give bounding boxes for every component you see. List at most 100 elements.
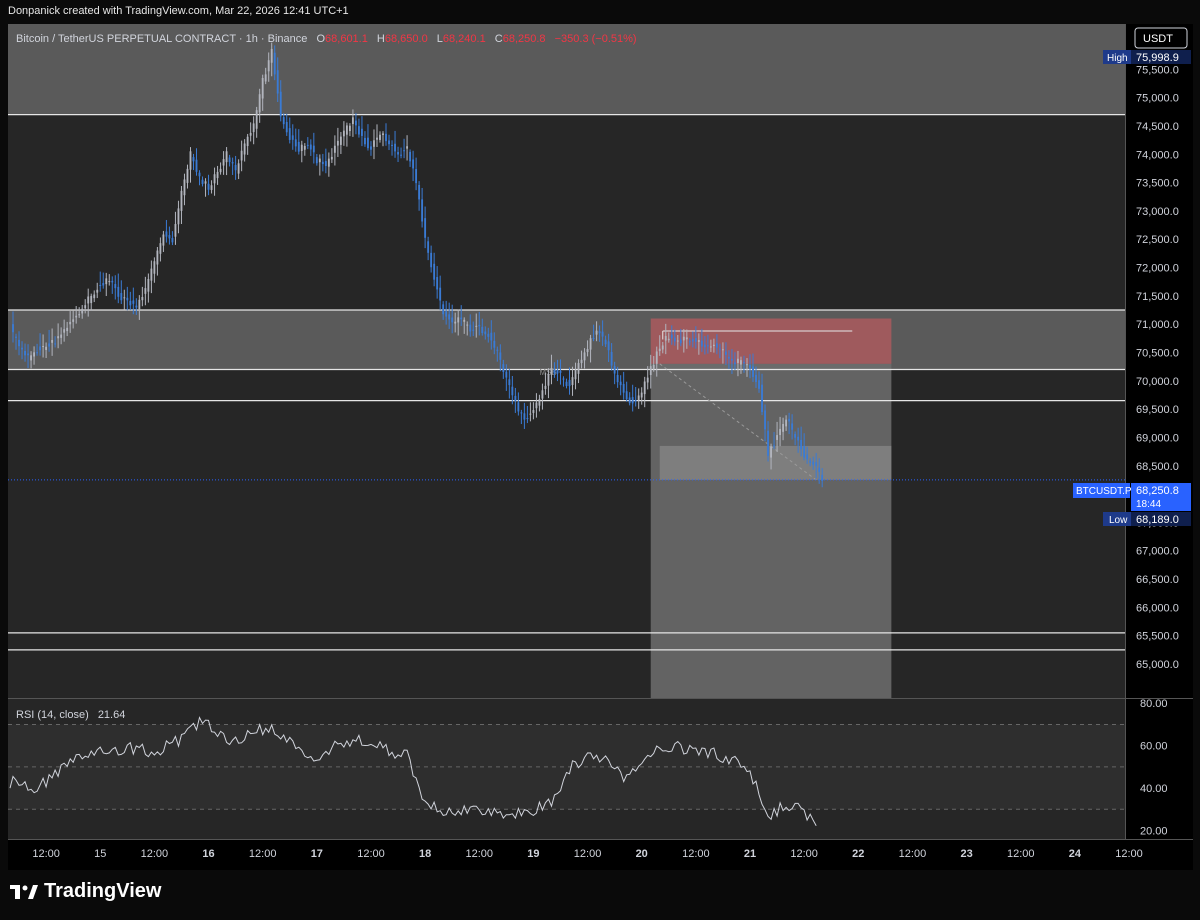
candle-down <box>309 144 312 150</box>
price-axis-tick: 69,000.0 <box>1136 432 1179 444</box>
candle-down <box>361 128 363 136</box>
candle-down <box>273 52 276 75</box>
candle-down <box>568 379 571 387</box>
candle-up <box>348 125 351 132</box>
svg-text:Bitcoin / TetherUS PERPETUAL C: Bitcoin / TetherUS PERPETUAL CONTRACT · … <box>16 33 637 45</box>
candle-down <box>821 474 824 481</box>
candle-up <box>574 370 577 380</box>
candle-down <box>517 402 520 412</box>
candle-down <box>694 337 697 342</box>
candle-down <box>688 341 691 343</box>
price-axis-tick: 71,500.0 <box>1136 291 1179 303</box>
candle-up <box>174 223 177 237</box>
candle-down <box>120 293 123 301</box>
candle-up <box>580 359 583 364</box>
candle-down <box>700 340 703 347</box>
candle-down <box>412 159 415 169</box>
candle-up <box>379 134 381 140</box>
candle-down <box>12 324 14 333</box>
rsi-axis-tick: 80.00 <box>1140 698 1168 710</box>
rsi-axis-tick: 40.00 <box>1140 783 1168 795</box>
candle-up <box>123 297 126 299</box>
candle-up <box>333 145 336 153</box>
candle-down <box>481 326 484 334</box>
candle-down <box>370 146 372 150</box>
candle-up <box>339 136 342 145</box>
candle-up <box>222 159 225 166</box>
candle-up <box>246 136 249 147</box>
rsi-label: RSI (14, close) <box>16 709 89 721</box>
price-axis-tick: 69,500.0 <box>1136 404 1179 416</box>
candle-up <box>42 345 45 347</box>
bar-countdown: 18:44 <box>1136 499 1161 510</box>
candle-down <box>427 241 430 253</box>
price-axis-tick: 72,000.0 <box>1136 263 1179 275</box>
candle-down <box>391 144 393 146</box>
candle-down <box>448 314 451 320</box>
candle-down <box>496 349 499 351</box>
candle-down <box>791 423 794 430</box>
rsi-axis-tick: 60.00 <box>1140 741 1168 753</box>
candle-down <box>171 237 174 243</box>
candle-up <box>577 363 580 374</box>
candle-down <box>758 380 760 389</box>
candle-up <box>300 144 303 152</box>
time-axis-tick: 12:00 <box>1007 848 1035 860</box>
candle-down <box>815 462 818 467</box>
candle-up <box>66 327 69 332</box>
candle-down <box>297 141 300 152</box>
price-axis-tick: 72,500.0 <box>1136 234 1179 246</box>
chart-svg[interactable]: MSB 65,000.065,500.066,000.066,500.067,0… <box>8 24 1193 870</box>
candle-down <box>601 331 604 337</box>
candle-down <box>433 263 436 280</box>
candle-down <box>484 331 487 335</box>
candle-up <box>318 158 321 163</box>
candle-up <box>108 281 111 283</box>
candle-up <box>90 295 93 304</box>
candle-down <box>294 139 297 147</box>
candle-up <box>336 140 339 146</box>
legend-change: −350.3 (−0.51%) <box>555 33 637 45</box>
price-axis-tick: 66,000.0 <box>1136 602 1179 614</box>
candle-up <box>63 329 66 333</box>
candle-down <box>806 454 809 460</box>
candle-down <box>619 381 622 386</box>
candle-up <box>180 190 183 211</box>
candle-up <box>177 208 180 225</box>
candle-down <box>613 366 616 374</box>
candle-up <box>33 352 35 357</box>
time-axis-tick: 12:00 <box>574 848 602 860</box>
candle-down <box>439 287 442 301</box>
rsi-axis-tick: 20.00 <box>1140 826 1168 838</box>
candle-up <box>746 364 748 366</box>
candle-down <box>102 283 105 286</box>
candle-down <box>761 384 763 413</box>
candle-up <box>373 140 375 147</box>
candle-down <box>285 121 288 133</box>
candle-up <box>213 174 216 184</box>
candle-down <box>306 144 309 146</box>
tradingview-logo-icon <box>10 884 38 899</box>
candle-down <box>673 337 676 342</box>
candle-down <box>499 352 502 360</box>
candle-up <box>697 340 700 342</box>
price-axis-tick: 71,000.0 <box>1136 319 1179 331</box>
candle-up <box>685 337 688 340</box>
candle-up <box>646 377 649 383</box>
chart-frame[interactable]: MSB 65,000.065,500.066,000.066,500.067,0… <box>8 24 1193 870</box>
footer: TradingView <box>0 870 1200 920</box>
time-axis-tick: 17 <box>311 848 323 860</box>
candle-up <box>84 305 87 309</box>
candle-down <box>367 137 369 149</box>
candle-up <box>159 243 162 254</box>
candle-down <box>706 345 709 347</box>
candle-up <box>57 336 60 339</box>
price-axis-tick: 67,000.0 <box>1136 546 1179 558</box>
candle-down <box>691 339 694 342</box>
candle-up <box>776 435 779 440</box>
time-axis-tick: 12:00 <box>899 848 927 860</box>
legend-close-label: C <box>495 33 503 45</box>
tradingview-logo[interactable]: TradingView <box>10 880 161 903</box>
candle-up <box>721 349 724 351</box>
candle-down <box>279 91 282 117</box>
